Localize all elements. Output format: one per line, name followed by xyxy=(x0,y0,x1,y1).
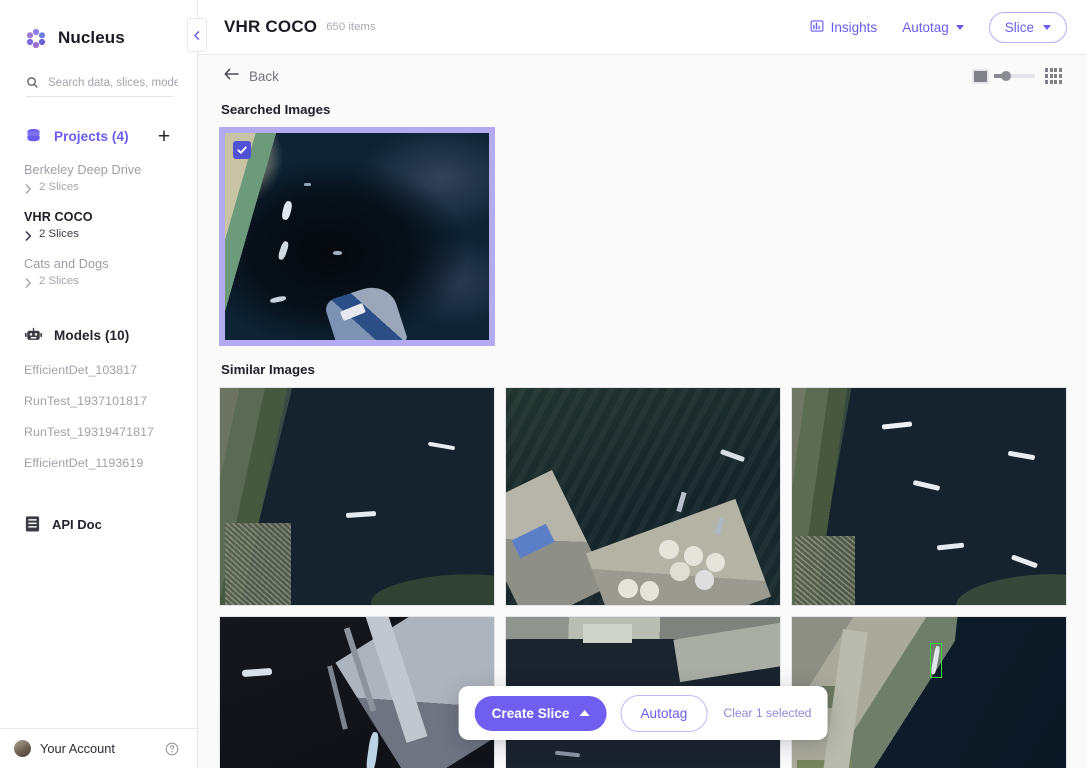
autotag-button[interactable]: Autotag xyxy=(620,694,708,732)
insights-button[interactable]: Insights xyxy=(810,19,878,36)
chevron-right-icon xyxy=(24,276,32,288)
searched-images-section: Searched Images xyxy=(219,102,1067,346)
project-slices-count: 2 Slices xyxy=(39,181,79,193)
back-label: Back xyxy=(249,68,279,84)
models-section-label: Models (10) xyxy=(54,327,130,343)
project-slices-toggle[interactable]: 2 Slices xyxy=(24,228,173,241)
projects-section-header[interactable]: Projects (4) + xyxy=(0,123,197,149)
slice-dropdown-button[interactable]: Slice xyxy=(988,11,1067,43)
create-slice-button[interactable]: Create Slice xyxy=(474,695,607,731)
insights-label: Insights xyxy=(830,19,878,35)
bar-chart-icon xyxy=(810,19,824,36)
main-panel: VHR COCO 650 items Insights Autotag Slic… xyxy=(198,0,1087,768)
selection-action-bar: Create Slice Autotag Clear 1 selected xyxy=(458,686,828,740)
project-slices-count: 2 Slices xyxy=(39,275,79,287)
image-coastline-with-five-ships xyxy=(792,388,1066,605)
project-slices-count: 2 Slices xyxy=(39,228,79,240)
grid-thumbnail-icon[interactable] xyxy=(1045,68,1062,84)
help-circle-icon[interactable] xyxy=(165,742,179,756)
api-doc-label: API Doc xyxy=(52,516,102,532)
chevron-down-icon xyxy=(955,24,964,30)
robot-icon xyxy=(24,326,43,345)
autotag-dropdown[interactable]: Autotag xyxy=(902,20,964,35)
similar-images-row-1 xyxy=(219,387,1067,606)
sidebar-item-api-doc[interactable]: API Doc xyxy=(0,515,197,533)
chevron-right-icon xyxy=(24,229,32,241)
project-item-berkeley-deep-drive[interactable]: Berkeley Deep Drive 2 Slices xyxy=(0,163,197,194)
searched-image-card[interactable] xyxy=(219,127,495,346)
searched-images-label: Searched Images xyxy=(221,102,331,117)
projects-list: Berkeley Deep Drive 2 Slices VHR COCO 2 … xyxy=(0,163,197,304)
page-title: VHR COCO xyxy=(224,17,318,36)
models-list: EfficientDet_103817 RunTest_1937101817 R… xyxy=(0,363,197,487)
similar-image-card[interactable] xyxy=(219,616,495,768)
item-count: 650 items xyxy=(326,21,376,33)
add-project-button[interactable]: + xyxy=(155,126,173,147)
database-icon xyxy=(24,127,43,146)
chevron-right-icon xyxy=(24,182,32,194)
nucleus-logo-icon xyxy=(24,26,48,50)
account-label[interactable]: Your Account xyxy=(40,741,115,756)
brand-name: Nucleus xyxy=(58,28,125,47)
sidebar-footer: Your Account xyxy=(0,728,197,768)
arrow-left-icon xyxy=(224,67,239,86)
project-slices-toggle[interactable]: 2 Slices xyxy=(24,275,173,288)
results-content: Searched Images Similar Images Create Sl… xyxy=(198,97,1087,768)
image-coastline-with-two-ships xyxy=(220,388,494,605)
view-size-controls xyxy=(972,68,1062,84)
brand[interactable]: Nucleus xyxy=(0,0,197,56)
image-beach-strip-with-annotated-ship xyxy=(792,617,1066,768)
app-root: Nucleus Projects (4) + Be xyxy=(0,0,1087,768)
sidebar-collapse-button[interactable] xyxy=(187,18,207,52)
chevron-up-icon xyxy=(579,710,590,716)
slice-label: Slice xyxy=(1004,19,1034,35)
search-box[interactable] xyxy=(26,76,178,97)
search-input[interactable] xyxy=(48,76,178,89)
image-industrial-port-storage-tanks xyxy=(506,388,780,605)
project-name: VHR COCO xyxy=(24,210,93,224)
similar-image-card[interactable] xyxy=(219,387,495,606)
search-icon xyxy=(26,76,39,89)
project-name: Cats and Dogs xyxy=(24,257,109,271)
clear-selection-link[interactable]: Clear 1 selected xyxy=(721,706,811,720)
image-selected-checkbox[interactable] xyxy=(233,141,251,159)
create-slice-label: Create Slice xyxy=(491,705,570,721)
models-section-header[interactable]: Models (10) xyxy=(0,322,197,348)
project-item-cats-and-dogs[interactable]: Cats and Dogs 2 Slices xyxy=(0,257,197,288)
similar-image-card[interactable] xyxy=(505,387,781,606)
model-item-efficientdet-1193619[interactable]: EfficientDet_1193619 xyxy=(0,456,197,470)
book-icon xyxy=(24,515,41,533)
sidebar: Nucleus Projects (4) + Be xyxy=(0,0,207,768)
model-item-runtest-1937101817[interactable]: RunTest_1937101817 xyxy=(0,394,197,408)
subbar: Back xyxy=(198,55,1087,97)
topbar-actions: Insights Autotag Slice xyxy=(810,11,1067,43)
searched-images-grid xyxy=(219,127,1067,346)
project-name: Berkeley Deep Drive xyxy=(24,163,142,177)
topbar: VHR COCO 650 items Insights Autotag Slic… xyxy=(198,0,1087,55)
avatar[interactable] xyxy=(14,740,31,757)
similar-images-label: Similar Images xyxy=(221,362,315,377)
model-item-efficientdet-103817[interactable]: EfficientDet_103817 xyxy=(0,363,197,377)
similar-image-card[interactable] xyxy=(791,387,1067,606)
project-slices-toggle[interactable]: 2 Slices xyxy=(24,181,173,194)
model-item-runtest-19319471817[interactable]: RunTest_19319471817 xyxy=(0,425,197,439)
similar-image-card[interactable] xyxy=(791,616,1067,768)
back-button[interactable]: Back xyxy=(224,67,279,86)
image-night-harbor-pier-ships xyxy=(220,617,494,768)
image-aerial-harbor-dark-bay xyxy=(225,133,489,340)
project-item-vhr-coco[interactable]: VHR COCO 2 Slices xyxy=(0,210,197,241)
large-thumbnail-icon[interactable] xyxy=(972,68,990,84)
projects-section-label: Projects (4) xyxy=(54,128,129,144)
autotag-label: Autotag xyxy=(902,19,949,35)
thumbnail-size-slider[interactable] xyxy=(994,71,1036,81)
slider-knob[interactable] xyxy=(1001,71,1012,81)
chevron-down-icon xyxy=(1043,24,1051,30)
